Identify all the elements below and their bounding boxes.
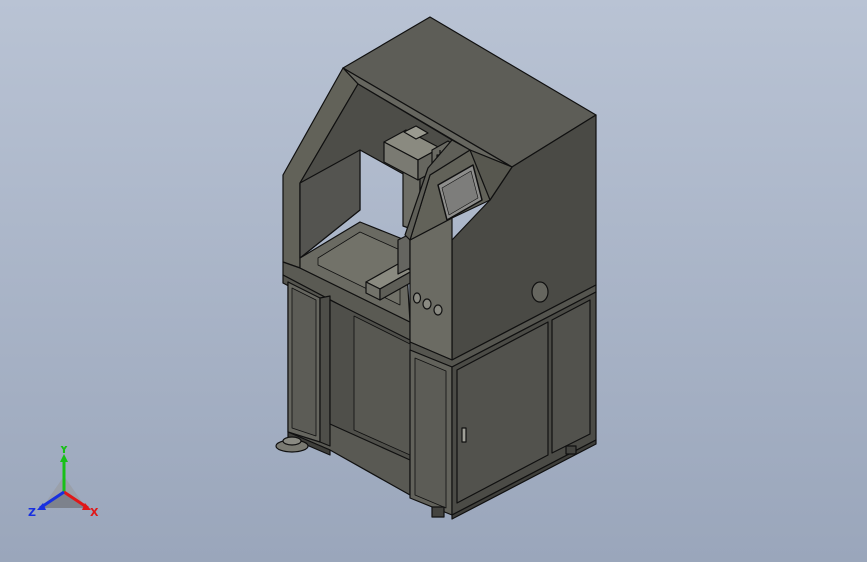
foot-right bbox=[565, 445, 577, 455]
cabinet-post-side bbox=[319, 295, 331, 447]
side-port bbox=[531, 281, 549, 303]
x-axis-label: X bbox=[90, 506, 99, 519]
cnc-machine-model[interactable] bbox=[0, 0, 867, 562]
control-button-3[interactable] bbox=[433, 304, 443, 316]
cabinet-front-post-inner bbox=[414, 357, 447, 509]
worktable-rail bbox=[397, 233, 411, 275]
foot-front bbox=[431, 506, 445, 518]
door-handle[interactable] bbox=[461, 427, 467, 443]
control-button-2[interactable] bbox=[422, 298, 432, 310]
orientation-triad[interactable]: Y X Z bbox=[24, 446, 108, 526]
cabinet-door-right[interactable] bbox=[551, 299, 591, 454]
leveling-foot-cap bbox=[282, 436, 302, 446]
y-axis-label: Y bbox=[59, 446, 69, 456]
graphics-viewport[interactable]: Y X Z bbox=[0, 0, 867, 562]
z-axis-label: Z bbox=[28, 506, 36, 519]
cabinet-left-post-inner bbox=[291, 287, 317, 437]
control-button-1[interactable] bbox=[412, 292, 422, 304]
control-tower-front bbox=[409, 217, 453, 361]
